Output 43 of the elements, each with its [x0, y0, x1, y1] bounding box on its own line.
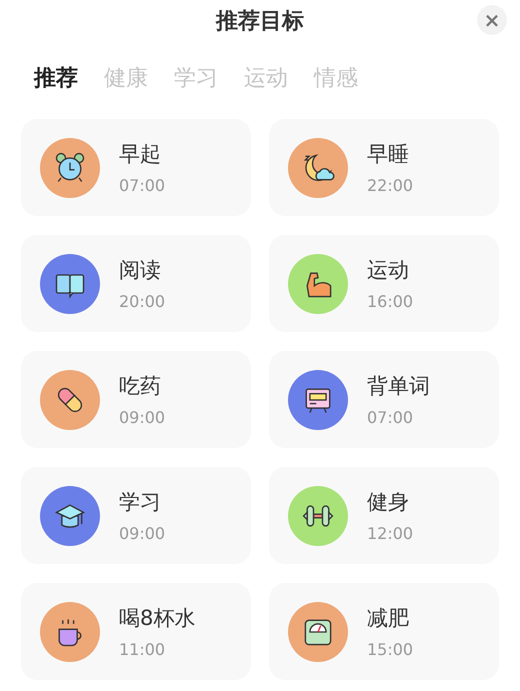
goal-time: 20:00 [119, 292, 166, 311]
goal-card[interactable]: 阅读 20:00 [21, 235, 251, 332]
book-icon [56, 274, 84, 298]
goal-card[interactable]: 吃药 09:00 [21, 351, 251, 448]
goal-card[interactable]: 学习 09:00 [21, 467, 251, 564]
goal-time: 09:00 [119, 408, 166, 427]
goal-card[interactable]: 运动 16:00 [269, 235, 499, 332]
goal-card[interactable]: 喝8杯水 11:00 [21, 583, 251, 680]
goal-card[interactable]: 健身 12:00 [269, 467, 499, 564]
alarm-clock-icon [56, 152, 84, 182]
close-button[interactable]: × [477, 5, 507, 35]
goal-time: 09:00 [119, 524, 166, 543]
goal-name: 减肥 [367, 605, 410, 632]
word-board-icon [306, 388, 330, 412]
goal-name: 背单词 [367, 373, 430, 400]
goal-name: 运动 [367, 257, 410, 284]
goal-name: 吃药 [119, 373, 162, 400]
pill-icon [58, 387, 82, 412]
dialog-title: 推荐目标 [216, 8, 304, 36]
weight-scale-icon [304, 619, 332, 645]
category-tab[interactable]: 推荐 [34, 62, 78, 94]
flexed-arm-icon [306, 272, 332, 297]
cup-icon [58, 618, 82, 646]
goal-time: 07:00 [119, 176, 166, 195]
goal-name: 喝8杯水 [119, 605, 196, 632]
goal-time: 16:00 [367, 292, 414, 311]
dumbbell-icon [302, 504, 334, 526]
goal-time: 11:00 [119, 640, 166, 659]
goal-name: 学习 [119, 489, 162, 516]
moon-cloud-icon [304, 154, 334, 181]
goal-name: 早睡 [367, 141, 410, 168]
goal-card[interactable]: 早起 07:00 [21, 119, 251, 216]
goal-card[interactable]: 早睡 22:00 [269, 119, 499, 216]
goal-name: 阅读 [119, 257, 162, 284]
goal-time: 15:00 [367, 640, 414, 659]
goal-time: 22:00 [367, 176, 414, 195]
goal-time: 12:00 [367, 524, 414, 543]
goal-name: 健身 [367, 489, 410, 516]
goal-name: 早起 [119, 141, 162, 168]
graduation-cap-icon [55, 504, 85, 528]
goal-card[interactable]: 减肥 15:00 [269, 583, 499, 680]
goal-time: 07:00 [367, 408, 414, 427]
goal-card[interactable]: 背单词 07:00 [269, 351, 499, 448]
